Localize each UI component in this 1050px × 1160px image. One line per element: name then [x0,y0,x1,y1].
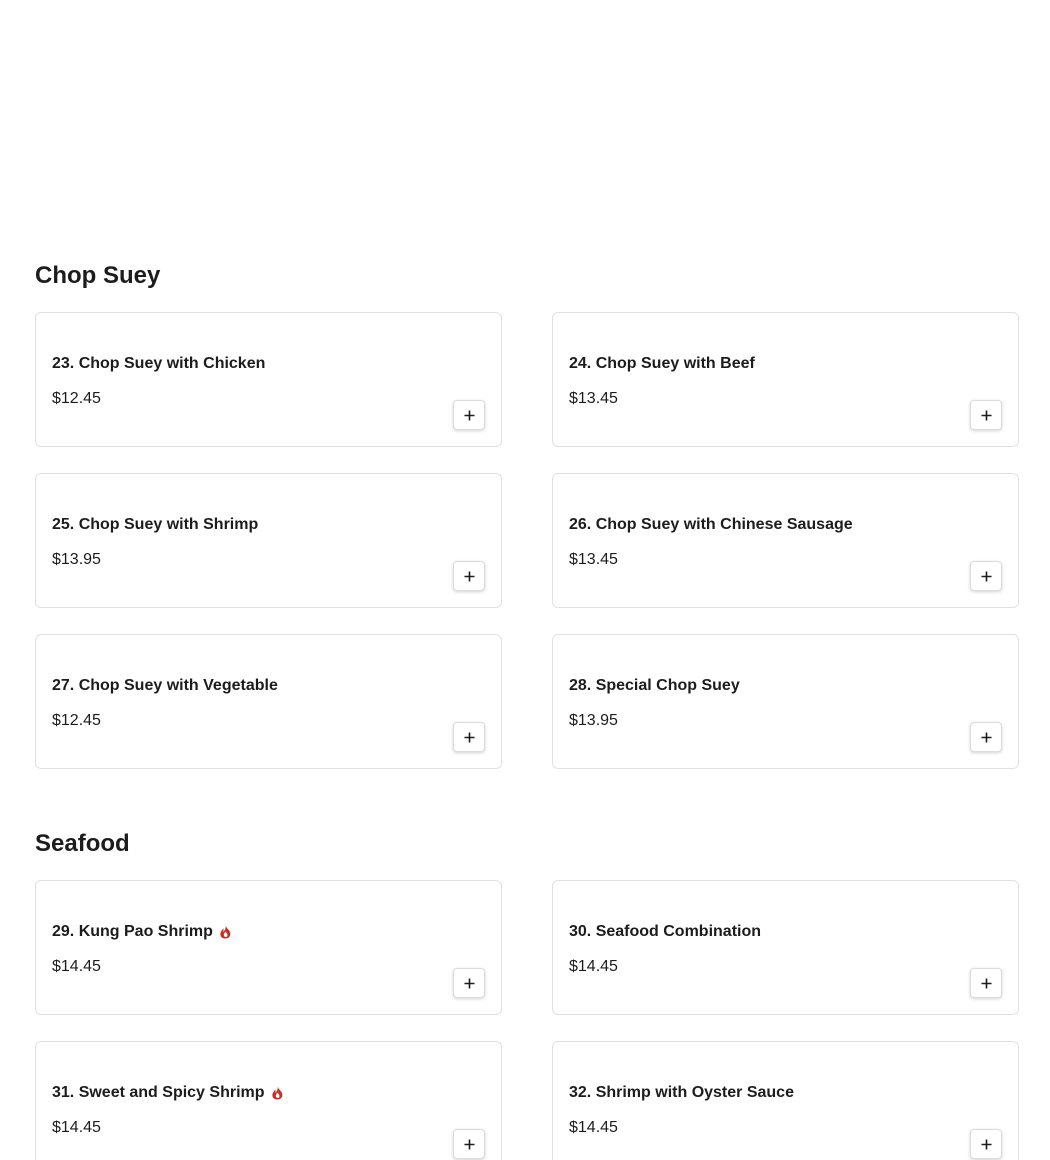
add-to-cart-button[interactable] [453,400,485,430]
plus-icon [981,732,991,742]
menu-item-name-text: 30. Seafood Combination [569,923,762,940]
plus-icon [464,410,474,420]
add-to-cart-button[interactable] [970,1129,1002,1159]
add-to-cart-button[interactable] [970,722,1002,752]
flame-icon [220,925,231,939]
add-to-cart-button[interactable] [970,561,1002,591]
plus-icon [981,978,991,988]
plus-icon [464,571,474,581]
menu-item-name: 30. Seafood Combination [569,923,761,941]
flame-icon [271,1086,282,1100]
menu-item-price: $12.45 [52,390,101,407]
plus-icon [464,978,474,988]
menu-page: Chop Suey 23. Chop Suey with Chicken $12… [0,0,1050,1160]
section-title: Chop Suey [35,262,161,289]
menu-item-name-text: 26. Chop Suey with Chinese Sausage [569,516,853,533]
menu-item-card[interactable]: 24. Chop Suey with Beef $13.45 [552,312,1019,447]
menu-item-name-text: 24. Chop Suey with Beef [569,355,755,372]
menu-item-name-text: 23. Chop Suey with Chicken [52,355,266,372]
menu-item-name: 23. Chop Suey with Chicken [52,355,265,373]
menu-item-card[interactable]: 32. Shrimp with Oyster Sauce $14.45 [552,1041,1019,1160]
menu-item-name: 26. Chop Suey with Chinese Sausage [569,516,853,534]
add-to-cart-button[interactable] [453,1129,485,1159]
plus-icon [981,410,991,420]
menu-item-price: $14.45 [52,1119,101,1136]
menu-item-name-text: 32. Shrimp with Oyster Sauce [569,1084,794,1101]
menu-item-name-text: 25. Chop Suey with Shrimp [52,516,259,533]
menu-item-price: $13.95 [569,712,618,729]
menu-item-name: 24. Chop Suey with Beef [569,355,755,373]
menu-item-card[interactable]: 26. Chop Suey with Chinese Sausage $13.4… [552,473,1019,608]
menu-item-name-text: 29. Kung Pao Shrimp [52,923,213,940]
menu-item-price: $13.95 [52,551,101,568]
menu-item-name: 32. Shrimp with Oyster Sauce [569,1084,794,1102]
add-to-cart-button[interactable] [453,968,485,998]
menu-item-name: 28. Special Chop Suey [569,677,740,695]
menu-item-price: $12.45 [52,712,101,729]
menu-item-name: 29. Kung Pao Shrimp [52,923,232,941]
menu-item-name: 27. Chop Suey with Vegetable [52,677,278,695]
menu-item-name-text: 31. Sweet and Spicy Shrimp [52,1084,265,1101]
add-to-cart-button[interactable] [453,722,485,752]
menu-item-name: 31. Sweet and Spicy Shrimp [52,1084,284,1102]
menu-item-price: $13.45 [569,390,618,407]
plus-icon [464,1139,474,1149]
menu-item-card[interactable]: 31. Sweet and Spicy Shrimp $14.45 [35,1041,502,1160]
menu-item-price: $13.45 [569,551,618,568]
menu-item-card[interactable]: 25. Chop Suey with Shrimp $13.95 [35,473,502,608]
menu-item-card[interactable]: 23. Chop Suey with Chicken $12.45 [35,312,502,447]
menu-item-name: 25. Chop Suey with Shrimp [52,516,258,534]
menu-item-card[interactable]: 27. Chop Suey with Vegetable $12.45 [35,634,502,769]
plus-icon [464,732,474,742]
section-title: Seafood [35,830,130,857]
add-to-cart-button[interactable] [970,400,1002,430]
add-to-cart-button[interactable] [453,561,485,591]
plus-icon [981,1139,991,1149]
add-to-cart-button[interactable] [970,968,1002,998]
menu-item-name-text: 27. Chop Suey with Vegetable [52,677,278,694]
menu-item-card[interactable]: 29. Kung Pao Shrimp $14.45 [35,880,502,1015]
menu-item-card[interactable]: 28. Special Chop Suey $13.95 [552,634,1019,769]
menu-item-card[interactable]: 30. Seafood Combination $14.45 [552,880,1019,1015]
plus-icon [981,571,991,581]
menu-item-price: $14.45 [569,958,618,975]
menu-item-price: $14.45 [52,958,101,975]
menu-item-price: $14.45 [569,1119,618,1136]
menu-item-name-text: 28. Special Chop Suey [569,677,740,694]
